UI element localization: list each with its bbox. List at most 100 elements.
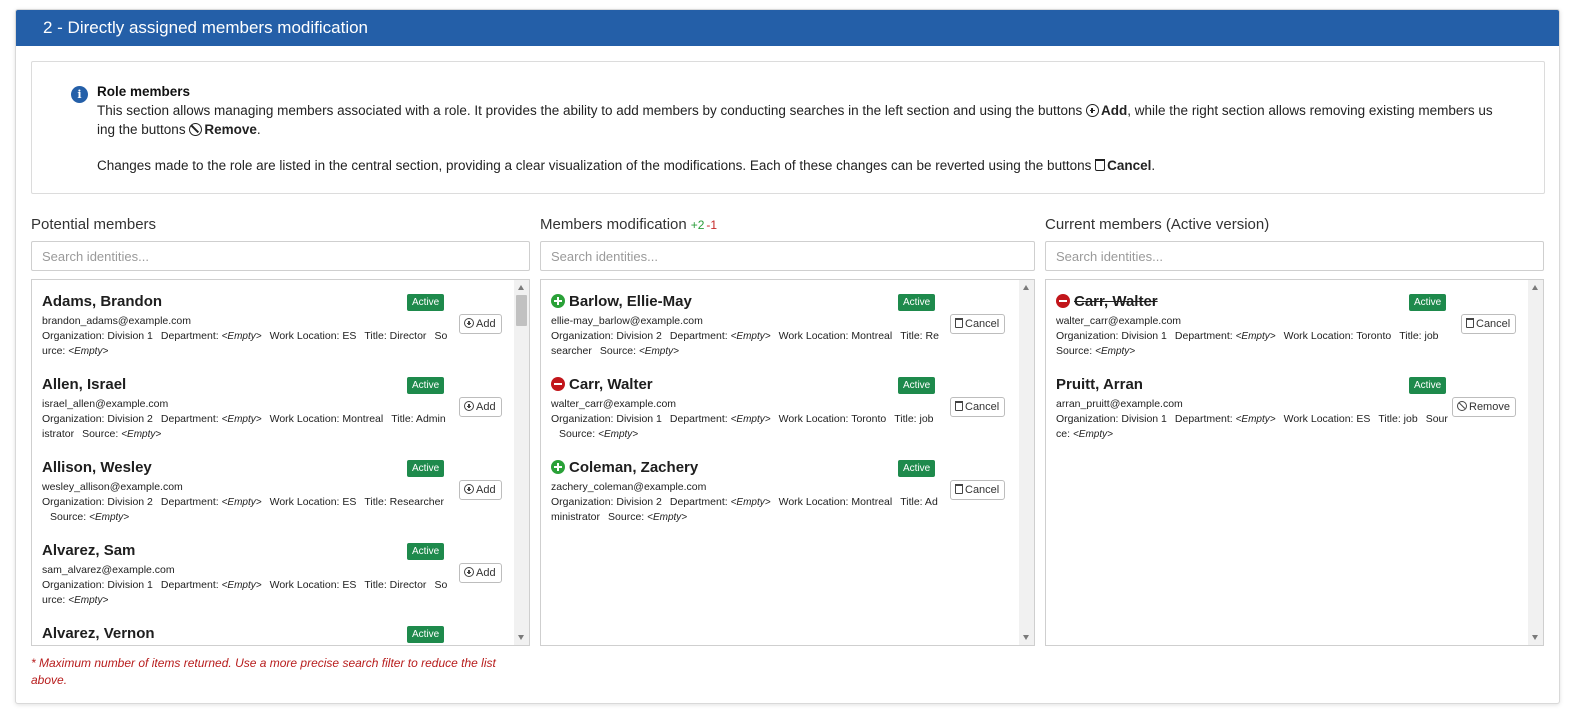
member-item: Adams, Brandon Active brandon_adams@exampl… [42, 293, 512, 373]
department-label: Department: [160, 413, 219, 425]
minus-circle-icon [1056, 294, 1070, 308]
add-button[interactable]: Add [459, 563, 502, 583]
members-panel: 2 - Directly assigned members modificati… [15, 9, 1560, 704]
button-label: Add [476, 484, 496, 496]
source-value: <Empty> [1072, 429, 1113, 440]
scrollbar[interactable] [1528, 280, 1543, 645]
department-label: Department: [669, 496, 728, 508]
member-name-text: Barlow, Ellie-May [569, 293, 692, 310]
max-items-footnote: * Maximum number of items returned. Use … [31, 656, 496, 687]
member-email: walter_carr@example.com [1056, 315, 1182, 327]
member-organization: Organization: Division 1 [1056, 413, 1167, 425]
add-button[interactable]: Add [459, 480, 502, 500]
department-value: <Empty> [221, 414, 262, 425]
modification-search-input[interactable] [540, 241, 1035, 271]
member-name: Alvarez, Vernon [42, 625, 155, 642]
removed-count: -1 [706, 218, 718, 232]
add-circle-icon [464, 401, 474, 411]
potential-members-column: Potential members Adams, Brandon Active br… [31, 215, 530, 646]
cancel-button[interactable]: Cancel [950, 314, 1006, 334]
cancel-button[interactable]: Cancel [1461, 314, 1517, 334]
scroll-up-arrow-icon[interactable] [518, 285, 524, 290]
info-text: Changes made to the role are listed in t… [97, 158, 1096, 173]
info-title: Role members [97, 84, 191, 99]
member-item: Carr, Walter Active walter_carr@example.co… [1056, 293, 1526, 373]
button-label: Add [476, 318, 496, 330]
modification-list[interactable]: Barlow, Ellie-May Active ellie-may_barlow@… [540, 279, 1035, 646]
potential-search-input[interactable] [31, 241, 530, 271]
source-value: <Empty> [68, 346, 109, 357]
member-email: israel_allen@example.com [42, 398, 169, 410]
ban-icon [1457, 401, 1467, 411]
source-label: Source: [1056, 345, 1093, 357]
member-details: Organization: Division 1 Department: <Emp… [42, 578, 448, 608]
add-button[interactable]: Add [459, 397, 502, 417]
member-name: Alvarez, Sam [42, 542, 135, 559]
current-members-column: Current members (Active version) Carr, W… [1045, 215, 1544, 646]
modification-title: Members modification [540, 216, 687, 233]
remove-button[interactable]: Remove [1452, 397, 1516, 417]
add-button[interactable]: Add [459, 314, 502, 334]
member-organization: Organization: Division 1 [551, 413, 662, 425]
member-email: brandon_adams@example.com [42, 315, 191, 327]
cancel-button[interactable]: Cancel [950, 397, 1006, 417]
scroll-down-arrow-icon[interactable] [518, 635, 524, 640]
member-item: Barlow, Ellie-May Active ellie-may_barlow@… [551, 293, 1021, 373]
status-badge: Active [898, 460, 936, 477]
department-value: <Empty> [1235, 331, 1276, 342]
member-item: Coleman, Zachery Active zachery_coleman@ex… [551, 459, 1021, 539]
member-title: Title: job [894, 413, 934, 425]
member-name-text: Allison, Wesley [42, 459, 152, 476]
minus-circle-icon [551, 377, 565, 391]
work-location: Work Location: ES [1283, 413, 1371, 425]
source-label: Source: [50, 511, 87, 523]
button-label: Add [476, 401, 496, 413]
current-search-input[interactable] [1045, 241, 1544, 271]
member-item: Carr, Walter Active walter_carr@example.co… [551, 376, 1021, 456]
member-title: Title: Director [364, 330, 427, 342]
info-text: This section allows managing members ass… [97, 103, 1087, 118]
source-value: <Empty> [89, 512, 130, 523]
trash-icon [955, 401, 963, 411]
current-members-list[interactable]: Carr, Walter Active walter_carr@example.co… [1045, 279, 1544, 646]
member-name-text: Allen, Israel [42, 376, 127, 393]
department-value: <Empty> [221, 331, 262, 342]
department-value: <Empty> [730, 497, 771, 508]
member-organization: Organization: Division 1 [42, 330, 153, 342]
scroll-down-arrow-icon[interactable] [1532, 635, 1538, 640]
source-label: Source: [608, 511, 645, 523]
scrollbar[interactable] [514, 280, 529, 645]
department-value: <Empty> [221, 580, 262, 591]
member-organization: Organization: Division 2 [551, 330, 662, 342]
button-label: Cancel [965, 484, 1000, 496]
status-badge: Active [407, 294, 445, 311]
added-count: +2 [690, 218, 705, 232]
potential-members-title: Potential members [31, 216, 157, 233]
member-item: Allison, Wesley Active wesley_allison@exam… [42, 459, 512, 539]
status-badge: Active [407, 626, 445, 643]
source-value: <Empty> [647, 512, 688, 523]
cancel-button[interactable]: Cancel [950, 480, 1006, 500]
scrollbar[interactable] [1019, 280, 1034, 645]
status-badge: Active [1409, 377, 1447, 394]
scroll-thumb[interactable] [516, 295, 527, 326]
scroll-up-arrow-icon[interactable] [1532, 285, 1538, 290]
status-badge: Active [407, 377, 445, 394]
member-name-text: Carr, Walter [569, 376, 653, 393]
member-organization: Organization: Division 1 [42, 579, 153, 591]
source-label: Source: [82, 428, 119, 440]
potential-members-list[interactable]: Adams, Brandon Active brandon_adams@exampl… [31, 279, 530, 646]
member-organization: Organization: Division 1 [1056, 330, 1167, 342]
scroll-up-arrow-icon[interactable] [1023, 285, 1029, 290]
button-label: Add [476, 567, 496, 579]
work-location: Work Location: ES [269, 579, 357, 591]
member-name: Carr, Walter [1056, 293, 1158, 310]
scroll-down-arrow-icon[interactable] [1023, 635, 1029, 640]
button-label: Cancel [1476, 318, 1511, 330]
member-name: Pruitt, Arran [1056, 376, 1143, 393]
button-label: Cancel [965, 318, 1000, 330]
member-title: Title: Researcher [364, 496, 444, 508]
ban-icon [189, 122, 203, 136]
plus-circle-icon [551, 294, 565, 308]
department-value: <Empty> [1235, 414, 1276, 425]
